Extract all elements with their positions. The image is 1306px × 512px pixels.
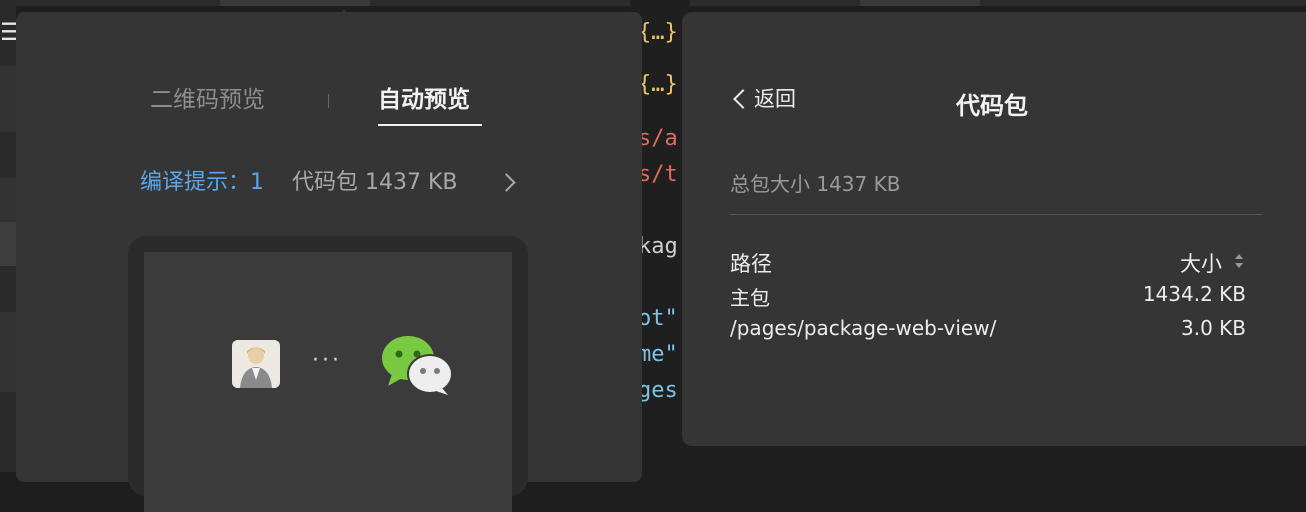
compile-hint-count[interactable]: 1 [250, 170, 264, 195]
device-screen: ··· [144, 252, 512, 512]
package-size-link[interactable]: 代码包 1437 KB [292, 170, 458, 195]
sort-icon[interactable] [1234, 252, 1244, 270]
code-line: me" [638, 342, 678, 367]
code-package-panel: 返回 代码包 总包大小 1437 KB 路径 大小 主包 1434.2 KB /… [682, 12, 1306, 446]
tab-qr-preview[interactable]: 二维码预览 [150, 84, 265, 116]
column-header-size[interactable]: 大小 [1180, 248, 1222, 278]
table-row-size: 3.0 KB [1181, 316, 1246, 340]
activity-bar [0, 0, 16, 472]
activity-bar-stripe [0, 66, 16, 132]
top-bar-segment [220, 0, 370, 6]
table-row-path: /pages/package-web-view/ [730, 316, 997, 340]
total-package-size: 总包大小 1437 KB [730, 172, 901, 196]
avatar [232, 340, 280, 388]
code-line: s/a [638, 126, 678, 151]
column-header-path: 路径 [730, 252, 772, 276]
table-row-size: 1434.2 KB [1142, 282, 1246, 306]
activity-bar-stripe [0, 312, 16, 392]
code-line: ges [638, 378, 678, 403]
page-title: 代码包 [956, 92, 1028, 120]
popover-caret [329, 9, 359, 39]
tab-auto-preview[interactable]: 自动预览 [378, 84, 470, 116]
compile-hint-label[interactable]: 编译提示： [140, 170, 250, 195]
activity-bar-stripe [0, 222, 16, 266]
code-line: kag [638, 234, 678, 259]
chevron-left-icon[interactable] [733, 89, 753, 109]
code-line: s/t [638, 162, 678, 187]
compile-info-row[interactable]: 编译提示：1 代码包 1437 KB [140, 168, 458, 198]
chevron-right-icon[interactable] [497, 173, 516, 192]
back-button[interactable]: 返回 [754, 86, 796, 112]
device-frame: ··· [128, 236, 528, 512]
preview-popover: 二维码预览 自动预览 编译提示：1 代码包 1437 KB ··· [16, 9, 642, 512]
tab-divider [328, 94, 329, 108]
divider [730, 214, 1262, 215]
table-row-path: 主包 [730, 286, 770, 310]
active-tab-indicator [378, 124, 482, 126]
wechat-icon [382, 336, 453, 395]
avatar-illustration [232, 340, 280, 388]
connection-dots: ··· [312, 348, 342, 373]
activity-bar-stripe [0, 178, 16, 222]
top-bar-segment [860, 0, 980, 6]
code-line: ot" [638, 306, 678, 331]
